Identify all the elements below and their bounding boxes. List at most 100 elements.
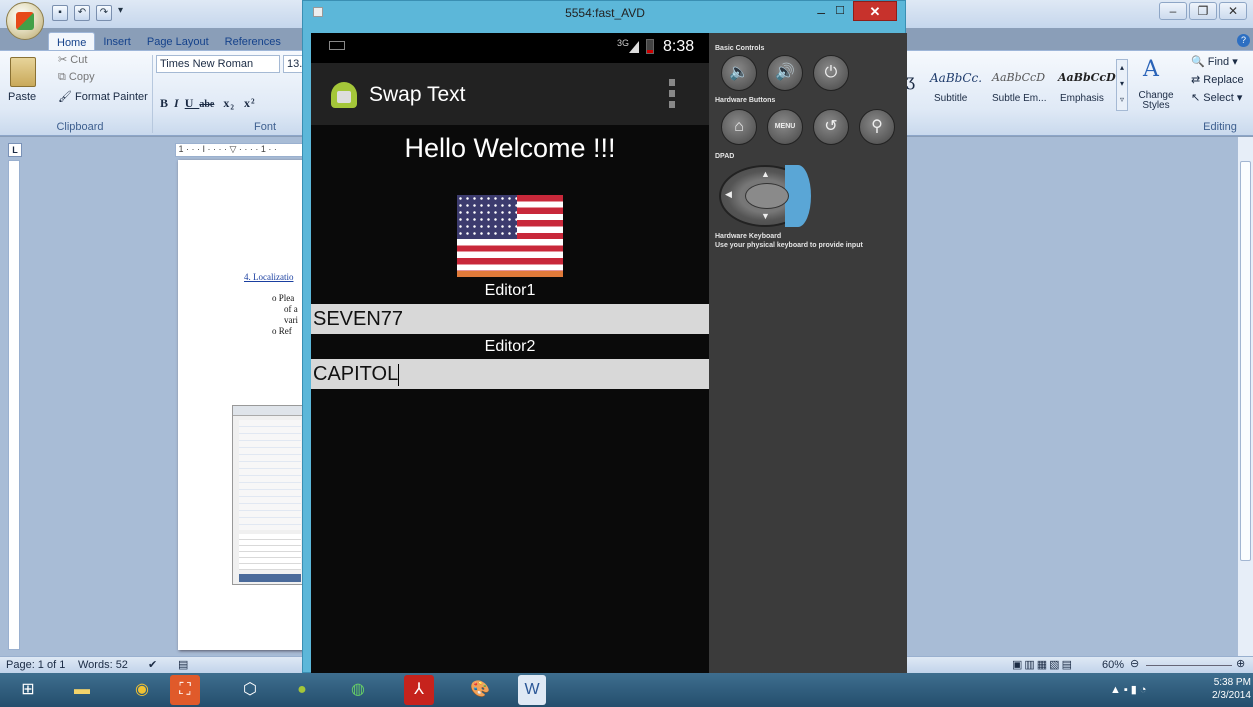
cut-button[interactable]: ✂ Cut [58,53,87,66]
save-icon[interactable]: ▪ [52,5,68,21]
editor2-field[interactable]: CAPITOL [311,359,709,389]
bold-button[interactable]: B [160,96,174,110]
back-button[interactable]: ↺ [813,109,849,145]
network-type: 3G [617,38,630,48]
dpad-control[interactable]: ▲ ▼ ◀ [719,165,811,227]
horizontal-ruler[interactable]: 1 · · · I · · · · ▽ · · · · 1 · · [175,143,305,157]
office-button[interactable] [6,2,44,40]
emulator-maximize-button[interactable]: ☐ [835,4,845,17]
restore-button[interactable]: ❐ [1189,2,1217,20]
clock: 8:38 [663,38,695,55]
font-name-select[interactable]: Times New Roman [156,55,280,73]
paint-icon[interactable]: 🎨 [460,675,500,705]
undo-icon[interactable]: ↶ [74,5,90,21]
zoom-slider[interactable] [1146,665,1232,666]
device-screen[interactable]: 3G 8:38 Swap Text Hello Welcome !!! Edit… [311,33,709,674]
word-icon[interactable]: W [518,675,546,705]
app-content: Hello Welcome !!! Editor1 SEVEN77 Editor… [311,125,709,674]
android-app-icon [331,82,357,108]
windows-taskbar: ⊞ ▬ ◉ ⛶ ⬡ ● ◍ ⅄ 🎨 W ▲▪▮◔ 5:38 PM 2/3/201… [0,673,1253,707]
power-button[interactable]: ⏻ [813,55,849,91]
redo-icon[interactable]: ↷ [96,5,112,21]
tray-date: 2/3/2014 [1212,690,1251,701]
style-subtle-emphasis-preview: AaBbCcD [992,71,1046,84]
vertical-ruler[interactable] [8,160,20,650]
editor1-field[interactable]: SEVEN77 [311,304,709,334]
copy-label: Copy [68,71,95,83]
eclipse-android-icon[interactable]: ● [282,675,322,705]
zoom-level[interactable]: 60% [1102,659,1124,671]
vertical-scrollbar[interactable] [1237,137,1253,657]
help-icon[interactable]: ? [1237,34,1250,47]
view-buttons[interactable]: ▣▥▦▧▤ [1012,658,1074,671]
signal-icon [629,41,639,53]
home-button[interactable]: ⌂ [721,109,757,145]
search-button[interactable]: ⚲ [859,109,895,145]
android-studio-icon[interactable]: ⛶ [170,675,200,705]
replace-button[interactable]: ⇄ Replace [1191,73,1244,86]
change-styles-button[interactable]: Change Styles [1138,91,1174,111]
ribbon-tabs: Home Insert Page Layout References [48,32,289,52]
avd-icon[interactable]: ◍ [338,675,378,705]
virtualbox-icon[interactable]: ⬡ [230,675,270,705]
zoom-in-icon[interactable]: ⊕ [1236,657,1245,670]
style-subtitle-name: Subtitle [934,93,968,104]
embedded-screenshot-image[interactable] [232,405,308,585]
select-button[interactable]: ↖ Select ▾ [1191,91,1242,104]
volume-up-button[interactable]: 🔊 [767,55,803,91]
doc-line: of a [284,304,298,314]
word-count[interactable]: Words: 52 [78,659,128,671]
keyboard-notification-icon [329,41,345,50]
volume-down-button[interactable]: 🔈 [721,55,757,91]
qat-dropdown-icon[interactable]: ▾ [118,5,123,21]
menu-button[interactable]: MENU [767,109,803,145]
overflow-menu-icon[interactable] [669,79,675,109]
acrobat-icon[interactable]: ⅄ [404,675,434,705]
chrome-icon[interactable]: ◉ [122,675,162,705]
start-button-icon[interactable]: ⊞ [8,675,48,705]
subscript-button[interactable]: x₂ [223,96,235,110]
file-explorer-icon[interactable]: ▬ [62,675,102,705]
tab-selector[interactable]: L [8,143,22,157]
app-action-bar: Swap Text [311,63,709,125]
styles-scroll[interactable]: ▴ ▾ ▿ [1116,59,1128,111]
copy-button[interactable]: ⧉ Copy [58,71,95,84]
editor1-label: Editor1 [484,282,536,299]
paste-button[interactable]: Paste [8,91,36,103]
close-button[interactable]: ✕ [1219,2,1247,20]
paste-icon[interactable] [10,57,36,87]
page-count[interactable]: Page: 1 of 1 [6,659,65,671]
change-styles-icon[interactable]: A [1143,57,1159,82]
find-label: Find [1207,56,1230,68]
macro-icon[interactable]: ▤ [178,658,188,671]
italic-button[interactable]: I [174,96,185,110]
emulator-minimize-button[interactable]: – [817,4,825,20]
tab-home[interactable]: Home [48,32,96,52]
zoom-out-icon[interactable]: ⊖ [1130,657,1139,670]
tab-references[interactable]: References [217,32,289,52]
tray-icons[interactable]: ▲▪▮◔ [1110,683,1149,696]
tab-insert[interactable]: Insert [95,32,139,52]
tab-page-layout[interactable]: Page Layout [139,32,217,52]
document-content[interactable]: 4. Localizatio o Plea of a vari o Ref [244,272,298,337]
clipboard-group-label: Clipboard [56,121,104,133]
find-button[interactable]: 🔍 Find ▾ [1191,55,1238,68]
welcome-text: Hello Welcome !!! [404,133,616,163]
emulator-controls-panel: Basic Controls 🔈 🔊 ⏻ Hardware Buttons ⌂ … [709,33,907,674]
tray-clock[interactable]: 5:38 PM 2/3/2014 [1212,676,1251,702]
emulator-close-button[interactable]: ✕ [853,1,897,21]
proofing-icon[interactable]: ✔ [148,658,157,671]
style-subtle-emphasis[interactable]: AaBbCcD Subtle Em... [988,63,1050,109]
strikethrough-button[interactable]: abe [199,99,214,110]
format-painter-button[interactable]: 🖌 Format Painter [58,90,148,103]
style-emphasis[interactable]: AaBbCcD Emphasis [1054,63,1116,109]
quick-access-toolbar: ▪ ↶ ↷ ▾ [52,5,123,21]
style-subtitle[interactable]: AaBbCc. Subtitle [926,63,984,109]
dpad-left-icon: ◀ [725,189,732,199]
dpad-center[interactable] [745,183,789,209]
replace-label: Replace [1203,74,1244,86]
minimize-button[interactable]: – [1159,2,1187,20]
superscript-button[interactable]: x² [244,96,256,110]
underline-button[interactable]: U [185,96,200,110]
dpad-up-icon: ▲ [761,169,770,179]
